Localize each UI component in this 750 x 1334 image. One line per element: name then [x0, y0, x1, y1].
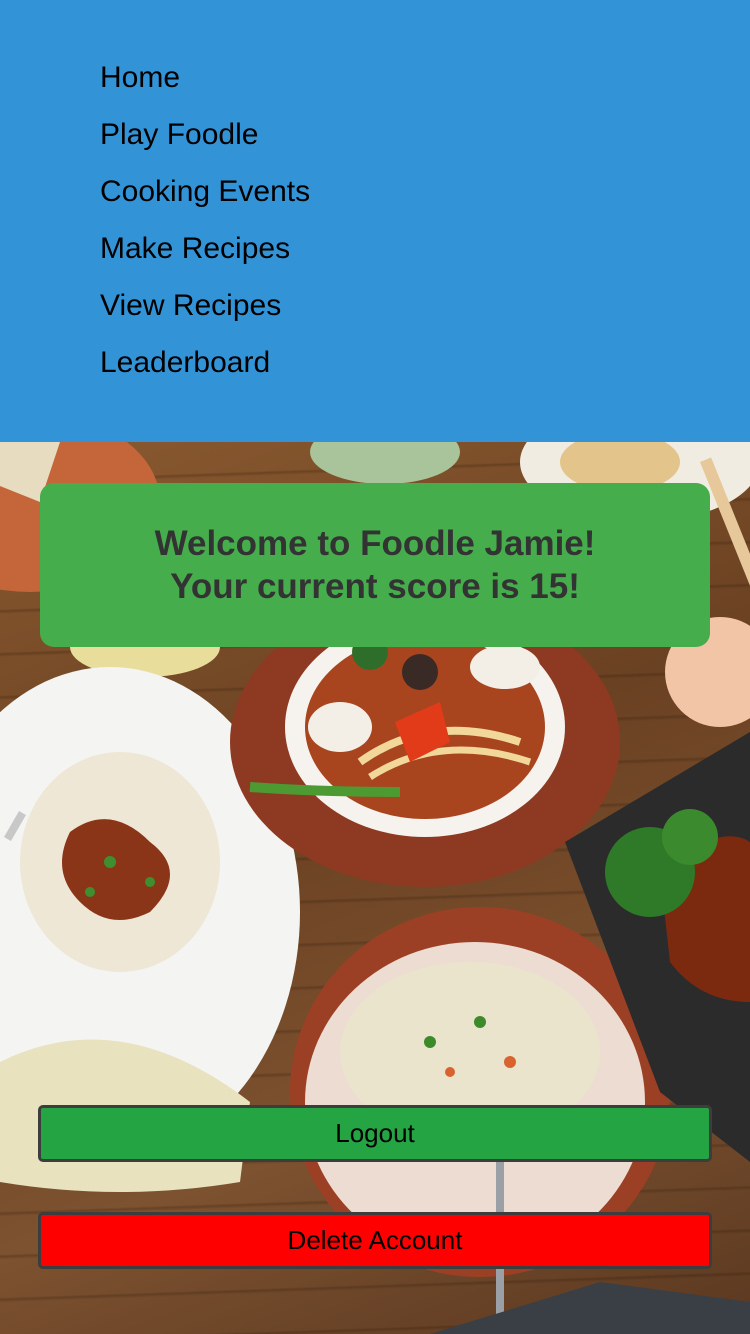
nav-item-play-foodle[interactable]: Play Foodle	[100, 115, 310, 172]
logout-button[interactable]: Logout	[38, 1105, 712, 1162]
welcome-banner: Welcome to Foodle Jamie! Your current sc…	[40, 483, 710, 647]
welcome-message: Welcome to Foodle Jamie!	[154, 524, 596, 563]
egg	[308, 702, 372, 752]
nav-item-cooking-events[interactable]: Cooking Events	[100, 172, 310, 229]
green-onion	[249, 782, 401, 797]
glass-top	[310, 442, 460, 484]
nav-item-home[interactable]: Home	[100, 58, 310, 115]
nav-item-view-recipes[interactable]: View Recipes	[100, 286, 310, 343]
main-navigation: Home Play Foodle Cooking Events Make Rec…	[0, 0, 750, 442]
nav-item-make-recipes[interactable]: Make Recipes	[100, 229, 310, 286]
delete-account-button[interactable]: Delete Account	[38, 1212, 712, 1269]
mushroom	[402, 654, 438, 690]
napkin	[430, 1282, 750, 1334]
score-message: Your current score is 15!	[170, 567, 580, 606]
nav-list: Home Play Foodle Cooking Events Make Rec…	[100, 58, 310, 400]
nav-item-leaderboard[interactable]: Leaderboard	[100, 343, 310, 400]
